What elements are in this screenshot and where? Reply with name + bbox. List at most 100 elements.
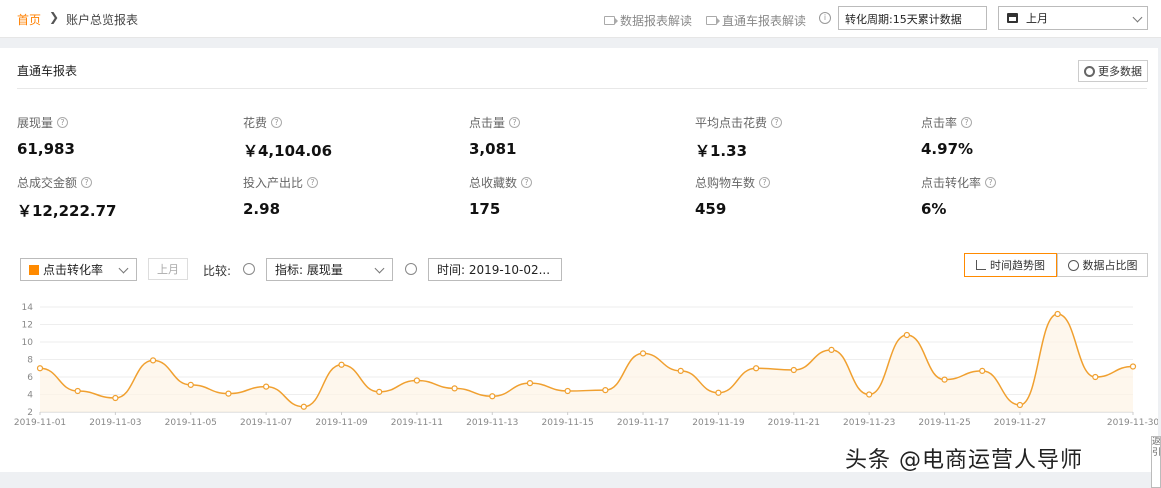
metric-value: 6%	[921, 200, 947, 218]
chart-metric-value: 点击转化率	[43, 263, 104, 277]
indicator-select-value: 指标: 展现量	[275, 263, 343, 277]
chevron-down-icon	[118, 263, 129, 274]
ztc-report-guide-label: 直通车报表解读	[722, 14, 807, 28]
metric-value: 61,983	[17, 140, 75, 158]
help-icon[interactable]: ?	[307, 177, 319, 188]
metric-label: 总收藏数	[469, 176, 518, 190]
data-point	[225, 390, 232, 397]
divider	[17, 88, 1147, 89]
x-tick-label: 2019-11-07	[240, 418, 292, 428]
help-icon[interactable]: ?	[961, 117, 973, 128]
more-data-button[interactable]: 更多数据	[1078, 60, 1148, 82]
x-tick-label: 2019-11-21	[768, 418, 820, 428]
y-tick-label: 10	[22, 338, 34, 348]
data-point	[36, 365, 44, 372]
x-tick-label: 2019-11-15	[541, 418, 593, 428]
help-icon[interactable]: ?	[771, 117, 783, 128]
data-ratio-label: 数据占比图	[1082, 259, 1138, 272]
data-point	[263, 383, 270, 390]
x-tick-label: 2019-11-11	[391, 418, 443, 428]
data-point	[300, 403, 307, 410]
metric-value: 2.98	[243, 200, 281, 218]
info-icon[interactable]: i	[819, 12, 831, 24]
video-icon	[604, 16, 618, 25]
pie-chart-icon	[1067, 259, 1079, 271]
data-point	[413, 377, 420, 384]
metric-value: 175	[469, 200, 501, 218]
card-title: 直通车报表	[17, 64, 78, 78]
help-icon[interactable]: ?	[521, 177, 533, 188]
data-point	[903, 331, 910, 339]
time-trend-label: 时间趋势图	[990, 259, 1045, 272]
data-point	[376, 388, 383, 395]
compare-indicator-radio[interactable]	[243, 263, 255, 275]
x-tick-label: 2019-11-25	[918, 418, 970, 428]
y-tick-label: 6	[27, 373, 33, 383]
data-point	[1054, 310, 1061, 318]
data-point	[526, 380, 534, 387]
data-point	[564, 387, 571, 395]
metric-value: ￥1.33	[695, 142, 748, 160]
y-tick-label: 4	[27, 391, 33, 401]
series-area	[40, 314, 1133, 412]
conversion-rate-line-chart: 2 4 6 8 10 12 14 2019-11-01 2019-11-03 2019-11-05…	[14, 303, 1158, 428]
chevron-down-icon	[1132, 12, 1143, 23]
conversion-period-select[interactable]: 转化周期:15天累计数据	[838, 6, 987, 30]
x-tick-label: 2019-11-30	[1107, 418, 1158, 428]
more-data-label: 更多数据	[1098, 65, 1142, 78]
metric-ctr: 点击率? 4.97%	[921, 114, 973, 158]
x-tick-label: 2019-11-27	[994, 418, 1046, 428]
data-point	[112, 394, 119, 402]
metric-cart: 总购物车数? 459	[695, 174, 771, 218]
data-point	[187, 381, 194, 388]
data-point	[338, 361, 345, 368]
line-chart-icon	[976, 260, 986, 270]
help-icon[interactable]: ?	[759, 177, 771, 188]
data-point	[828, 346, 835, 353]
top-bar: 首页 ❯ 账户总览报表 数据报表解读 直通车报表解读 i 转化周期:15天累计数…	[0, 0, 1161, 38]
data-point	[979, 367, 986, 374]
breadcrumb-home[interactable]: 首页	[17, 11, 41, 28]
x-tick-label: 2019-11-05	[165, 418, 217, 428]
metric-label: 点击率	[921, 116, 958, 130]
metric-favorites: 总收藏数? 175	[469, 174, 533, 218]
metric-value: 3,081	[469, 140, 517, 158]
indicator-select[interactable]: 指标: 展现量	[266, 258, 393, 281]
metric-cvr: 点击转化率? 6%	[921, 174, 997, 218]
metric-impressions: 展现量? 61,983	[17, 114, 75, 158]
compare-time-radio[interactable]	[405, 263, 417, 275]
compare-time-field[interactable]: 时间: 2019-10-02...	[428, 258, 562, 281]
chart-metric-select[interactable]: 点击转化率	[20, 258, 137, 281]
month-select[interactable]: 上月	[998, 6, 1148, 30]
data-point	[941, 376, 948, 383]
help-icon[interactable]: ?	[57, 117, 69, 128]
compare-time-value: 时间: 2019-10-02...	[437, 263, 551, 277]
chevron-right-icon: ❯	[49, 10, 60, 24]
metric-gmv: 总成交金额? ￥12,222.77	[17, 174, 116, 221]
data-point	[753, 365, 760, 372]
data-report-guide-link[interactable]: 数据报表解读	[604, 12, 692, 29]
time-trend-button[interactable]: 时间趋势图	[964, 253, 1057, 277]
compare-label: 比较:	[203, 264, 232, 278]
x-tick-label: 2019-11-01	[14, 418, 66, 428]
last-month-button[interactable]: 上月	[148, 258, 188, 280]
x-tick-label: 2019-11-23	[843, 418, 895, 428]
metric-value: ￥12,222.77	[17, 202, 117, 220]
side-feedback-widget[interactable]: 返引	[1151, 436, 1161, 488]
data-point	[677, 367, 684, 374]
month-select-value: 上月	[1026, 12, 1048, 25]
x-tick-label: 2019-11-19	[692, 418, 745, 428]
help-icon[interactable]: ?	[985, 177, 997, 188]
help-icon[interactable]: ?	[509, 117, 521, 128]
y-tick-label: 2	[27, 408, 33, 418]
y-tick-label: 8	[27, 356, 33, 366]
help-icon[interactable]: ?	[81, 177, 93, 188]
ztc-report-guide-link[interactable]: 直通车报表解读	[706, 12, 806, 29]
x-tick-label: 2019-11-13	[466, 418, 518, 428]
help-icon[interactable]: ?	[271, 117, 283, 128]
x-tick-label: 2019-11-09	[315, 418, 368, 428]
data-ratio-button[interactable]: 数据占比图	[1057, 253, 1148, 277]
metric-roi: 投入产出比? 2.98	[243, 174, 319, 218]
metric-value: ￥4,104.06	[243, 142, 333, 160]
data-report-guide-label: 数据报表解读	[620, 14, 693, 28]
